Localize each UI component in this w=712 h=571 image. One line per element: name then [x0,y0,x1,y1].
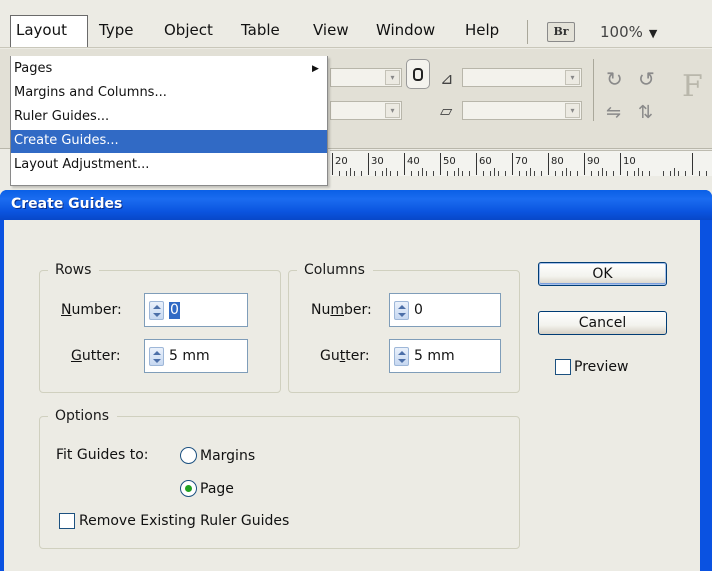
rows-number-value: 0 [169,302,180,319]
zoom-dropdown[interactable]: 100% ▼ [600,22,657,44]
stepper-arrows-icon[interactable] [149,347,164,366]
ruler-label: 70 [515,156,528,167]
columns-number-value: 0 [414,302,423,318]
bridge-button[interactable]: Br [547,22,575,42]
columns-gutter-stepper[interactable]: 5 mm [389,339,501,373]
rows-number-label: Number: [61,302,122,318]
menu-layout[interactable]: Layout [10,15,88,47]
horizontal-ruler: 20 30 40 50 60 70 80 90 10 [330,150,712,176]
fit-guides-to-label: Fit Guides to: [56,447,149,463]
rotate-ccw-icon[interactable]: ↺ [638,69,655,89]
dialog-body: Rows Number: 0 Gutter: 5 mm Columns Numb… [4,220,700,571]
rows-number-stepper[interactable]: 0 [144,293,248,327]
rotate-angle-icon: ⊿ [440,69,454,88]
columns-gutter-value: 5 mm [414,348,455,364]
menu-item-pages[interactable]: Pages ▶ [11,58,327,81]
menu-item-margins-and-columns[interactable]: Margins and Columns... [11,82,327,105]
dialog-title: Create Guides [11,196,123,212]
ruler-label: 10 [623,156,636,167]
chain-link-icon [413,68,423,81]
radio-selected-dot [185,485,192,492]
canvas-strip [330,176,712,190]
remove-existing-ruler-guides-checkbox[interactable] [59,513,75,529]
ruler-label: 90 [587,156,600,167]
stepper-arrows-icon[interactable] [149,301,164,320]
cancel-button[interactable]: Cancel [538,311,667,335]
menu-object[interactable]: Object [161,16,216,46]
menu-help[interactable]: Help [462,16,502,46]
dialog-titlebar[interactable]: Create Guides [0,190,712,220]
columns-number-stepper[interactable]: 0 [389,293,501,327]
ruler-label: 50 [443,156,456,167]
ok-button[interactable]: OK [538,262,667,286]
x-field[interactable]: ▾ [330,68,402,87]
options-legend: Options [48,408,118,425]
preview-checkbox[interactable] [555,359,571,375]
rotate-cw-icon[interactable]: ↻ [606,69,623,89]
y-field[interactable]: ▾ [330,101,402,120]
menu-table[interactable]: Table [238,16,283,46]
columns-number-label: Number: [311,302,372,318]
layout-dropdown-menu: Pages ▶ Margins and Columns... Ruler Gui… [10,56,328,186]
flip-horizontal-icon[interactable]: ⇋ [606,104,621,122]
page-radio[interactable] [180,480,197,497]
ruler-label: 80 [551,156,564,167]
rotation-field[interactable]: ▾ [462,68,582,87]
remove-existing-ruler-guides-label[interactable]: Remove Existing Ruler Guides [79,513,289,530]
ruler-label: 40 [407,156,420,167]
constrain-proportions-button[interactable] [406,59,430,89]
rows-gutter-value: 5 mm [169,348,210,364]
page-radio-label[interactable]: Page [200,481,234,498]
flip-vertical-icon[interactable]: ⇅ [638,104,653,122]
submenu-arrow-icon: ▶ [312,64,319,74]
stepper-arrows-icon[interactable] [394,301,409,320]
shear-angle-icon: ▱ [440,101,453,120]
chevron-down-icon: ▼ [648,27,658,40]
margins-radio[interactable] [180,447,197,464]
options-group: Options Fit Guides to: Margins Page Remo… [39,408,520,549]
chevron-down-icon[interactable]: ▾ [385,70,400,85]
ruler-label: 30 [371,156,384,167]
preview-label[interactable]: Preview [574,359,629,376]
menu-view[interactable]: View [310,16,352,46]
chevron-down-icon[interactable]: ▾ [565,103,580,118]
chevron-down-icon[interactable]: ▾ [565,70,580,85]
menu-item-create-guides[interactable]: Create Guides... [11,130,327,153]
chevron-down-icon[interactable]: ▾ [385,103,400,118]
columns-group: Columns Number: 0 Gutter: 5 mm [288,262,520,393]
ruler-label: 20 [335,156,348,167]
menu-item-label: Pages [14,61,53,76]
rows-legend: Rows [48,262,100,279]
menu-item-ruler-guides[interactable]: Ruler Guides... [11,106,327,129]
columns-legend: Columns [297,262,373,279]
menu-item-layout-adjustment[interactable]: Layout Adjustment... [11,154,327,177]
shear-field[interactable]: ▾ [462,101,582,120]
zoom-value: 100% [600,23,643,41]
stepper-arrows-icon[interactable] [394,347,409,366]
menu-type[interactable]: Type [96,16,136,46]
reference-point-icon: F [682,69,703,104]
menu-separator [527,20,528,44]
create-guides-dialog: Create Guides Rows Number: 0 Gutter: 5 m… [0,190,712,571]
ruler-label: 60 [479,156,492,167]
toolbar-separator [593,59,594,121]
margins-radio-label[interactable]: Margins [200,448,255,465]
rows-gutter-label: Gutter: [71,348,121,364]
rows-group: Rows Number: 0 Gutter: 5 mm [39,262,281,393]
rows-gutter-stepper[interactable]: 5 mm [144,339,248,373]
columns-gutter-label: Gutter: [320,348,370,364]
menu-bar: Layout Type Object Table View Window Hel… [0,0,712,48]
menu-window[interactable]: Window [373,16,438,46]
